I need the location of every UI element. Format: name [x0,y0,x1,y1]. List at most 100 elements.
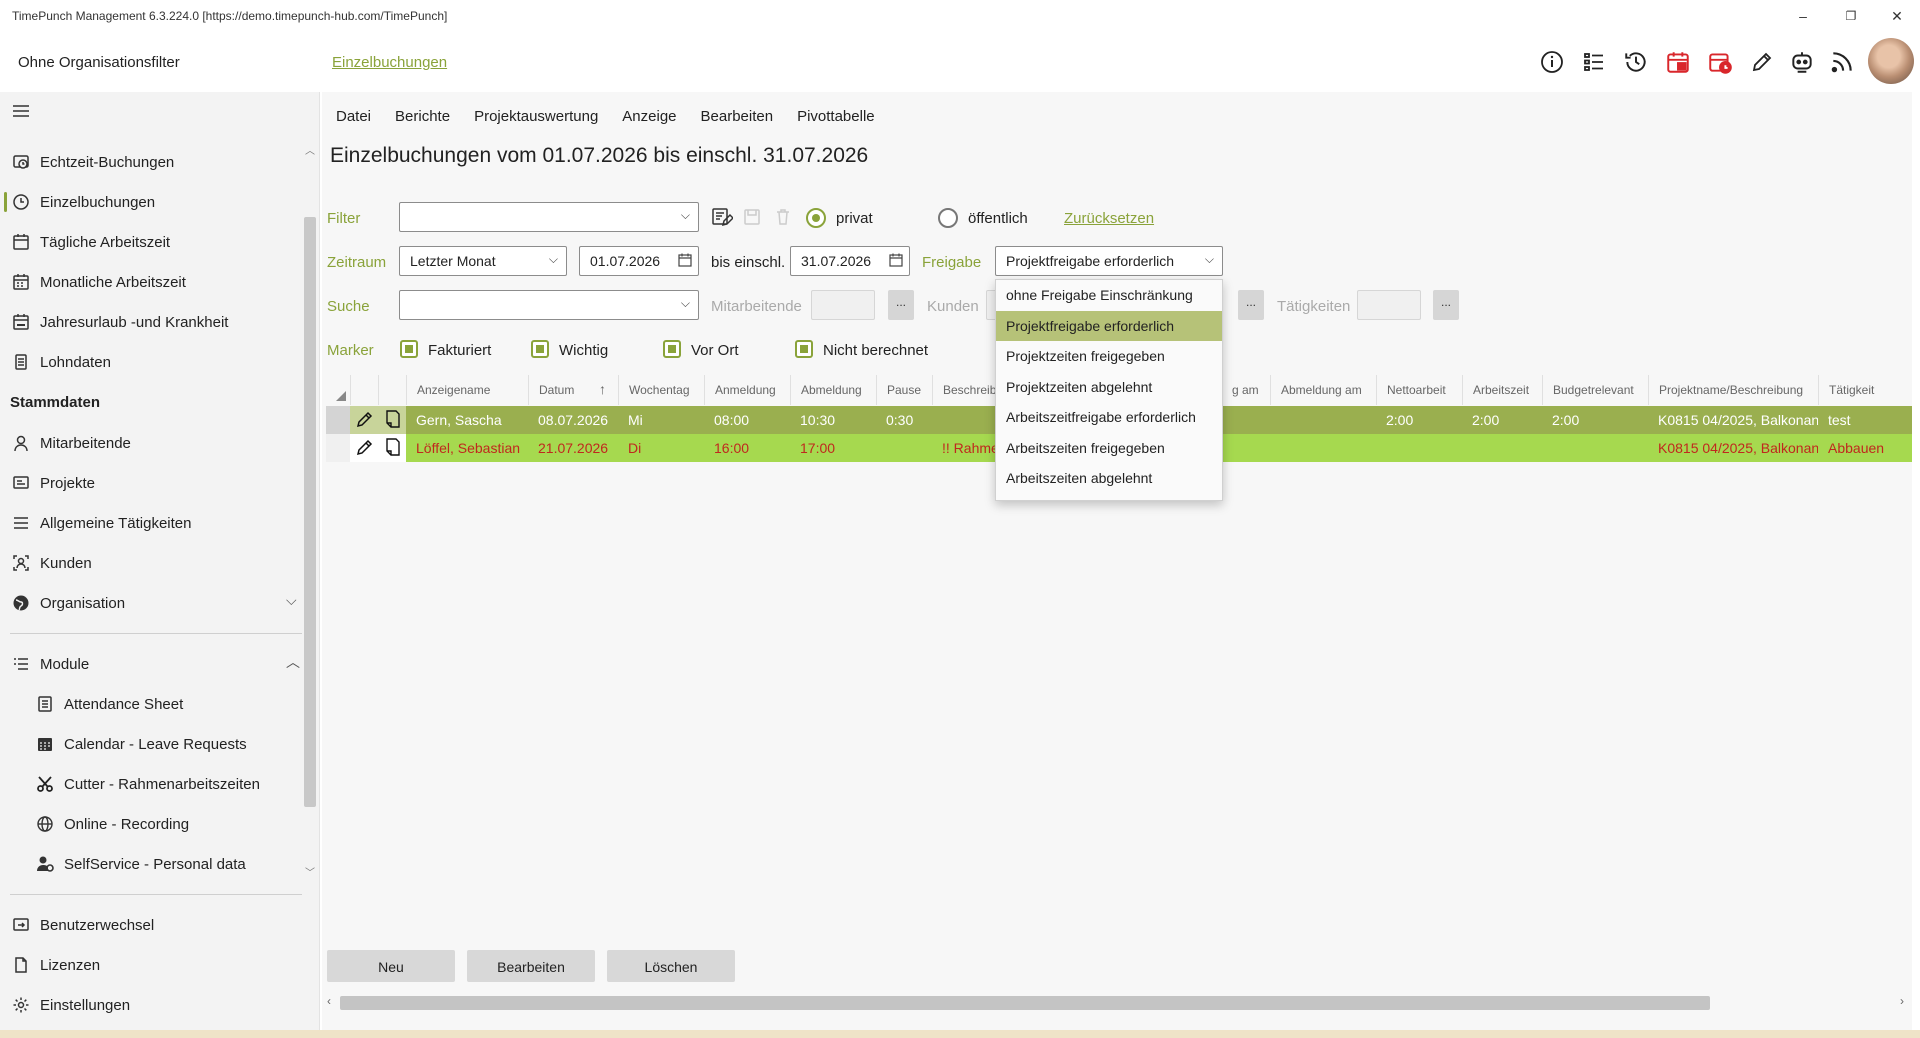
sidebar-item-jahresurlaub[interactable]: Jahresurlaub -und Krankheit [0,302,300,342]
info-icon[interactable] [1536,46,1568,78]
sidebar-item-module[interactable]: Module [0,644,300,684]
sidebar-item-online-recording[interactable]: Online - Recording [0,804,300,844]
hamburger-icon[interactable] [12,104,30,121]
menu-berichte[interactable]: Berichte [395,108,450,125]
scroll-right-icon[interactable]: › [1900,994,1904,1008]
sidebar-item-lohndaten[interactable]: Lohndaten [0,342,300,382]
freigabe-option[interactable]: Projektzeiten abgelehnt [996,372,1222,403]
filter-select[interactable]: ⌵ [399,202,699,232]
restore-button[interactable]: ❐ [1836,6,1866,26]
calendar-icon[interactable] [678,253,692,270]
sidebar-item-cutter[interactable]: Cutter - Rahmenarbeitszeiten [0,764,300,804]
new-button[interactable]: Neu [327,950,455,982]
sidebar-item-monatliche-arbeitszeit[interactable]: Monatliche Arbeitszeit [0,262,300,302]
scroll-left-icon[interactable]: ‹ [327,994,331,1008]
close-button[interactable]: ✕ [1882,6,1912,26]
column-header-projektname[interactable]: Projektname/Beschreibung [1648,375,1818,405]
menu-anzeige[interactable]: Anzeige [622,108,676,125]
document-icon[interactable] [385,437,401,460]
mitarbeitende-picker-button[interactable]: ... [888,290,914,320]
column-header-beschreibung[interactable]: Beschreibung [932,375,1002,405]
date-to-input[interactable]: 31.07.2026 [790,246,910,276]
kunden-picker-button[interactable]: ... [1238,290,1264,320]
calendar-alert-icon[interactable] [1662,46,1694,78]
freigabe-option[interactable]: Projektzeiten freigegeben [996,341,1222,372]
calendar-clock-icon[interactable] [1704,46,1736,78]
menu-projektauswertung[interactable]: Projektauswertung [474,108,598,125]
delete-button[interactable]: Löschen [607,950,735,982]
select-all-corner[interactable] [326,375,350,405]
column-header-anmeldung[interactable]: Anmeldung [704,375,790,405]
sidebar-item-einzelbuchungen[interactable]: Einzelbuchungen [0,182,300,222]
pencil-icon[interactable] [355,437,375,460]
horizontal-scrollbar[interactable] [340,996,1710,1010]
sidebar-item-organisation[interactable]: Organisation [0,583,300,623]
row-selector[interactable] [326,406,350,434]
taetigkeiten-picker-button[interactable]: ... [1433,290,1459,320]
vor-ort-checkbox[interactable] [663,340,681,358]
sidebar-item-taegliche-arbeitszeit[interactable]: Tägliche Arbeitszeit [0,222,300,262]
menu-datei[interactable]: Datei [336,108,371,125]
column-header-wochentag[interactable]: Wochentag [618,375,704,405]
zeitraum-preset-select[interactable]: Letzter Monat ⌵ [399,246,567,276]
column-header-datum[interactable]: Datum ↑ [528,375,618,405]
sidebar-scroll-up-icon[interactable]: ︿ [305,142,315,157]
sidebar-item-einstellungen[interactable]: Einstellungen [0,985,300,1025]
sidebar-item-kunden[interactable]: Kunden [0,543,300,583]
sidebar-scrollbar[interactable] [304,217,316,807]
sidebar-item-selfservice[interactable]: SelfService - Personal data [0,844,300,884]
nicht-berechnet-checkbox[interactable] [795,340,813,358]
avatar[interactable] [1868,38,1914,84]
minimize-button[interactable]: – [1788,6,1818,26]
breadcrumb[interactable]: Einzelbuchungen [332,54,447,71]
freigabe-option-selected[interactable]: Projektfreigabe erforderlich [996,310,1222,341]
history-icon[interactable] [1620,46,1652,78]
column-header-anzeigename[interactable]: Anzeigename [406,375,528,405]
menu-bearbeiten[interactable]: Bearbeiten [701,108,774,125]
sidebar-item-benutzerwechsel[interactable]: Benutzerwechsel [0,905,300,945]
freigabe-option[interactable]: Arbeitszeiten freigegeben [996,433,1222,464]
wichtig-checkbox[interactable] [531,340,549,358]
document-icon[interactable] [385,409,401,432]
sidebar-item-projekte[interactable]: Projekte [0,463,300,503]
pencil-icon[interactable] [355,409,375,432]
column-header-budgetrelevant[interactable]: Budgetrelevant [1542,375,1648,405]
org-filter[interactable]: Ohne Organisationsfilter [18,54,180,71]
freigabe-option[interactable]: Arbeitszeiten abgelehnt [996,463,1222,494]
reset-link[interactable]: Zurücksetzen [1064,210,1154,227]
column-header-abmeldung[interactable]: Abmeldung [790,375,876,405]
feed-icon[interactable] [1826,46,1858,78]
sidebar-item-taetigkeiten[interactable]: Allgemeine Tätigkeiten [0,503,300,543]
fakturiert-checkbox[interactable] [400,340,418,358]
row-selector[interactable] [326,434,350,462]
column-header-taetigkeit[interactable]: Tätigkeit [1818,375,1912,405]
sidebar-item-attendance-sheet[interactable]: Attendance Sheet [0,684,300,724]
suche-select[interactable]: ⌵ [399,290,699,320]
freigabe-option[interactable]: Arbeitszeitfreigabe erforderlich [996,402,1222,433]
column-header-pause[interactable]: Pause [876,375,932,405]
vor-ort-label: Vor Ort [691,342,739,359]
pencil-icon[interactable] [1746,46,1778,78]
column-header-arbeitszeit[interactable]: Arbeitszeit [1462,375,1542,405]
menu-pivottabelle[interactable]: Pivottabelle [797,108,875,125]
sidebar-item-lizenzen[interactable]: Lizenzen [0,945,300,985]
calendar-icon[interactable] [889,253,903,270]
cell-anmeldung: 08:00 [714,412,750,428]
list-icon[interactable] [1578,46,1610,78]
sidebar-item-echtzeit[interactable]: Echtzeit-Buchungen [0,142,300,182]
edit-button[interactable]: Bearbeiten [467,950,595,982]
robot-icon[interactable] [1786,46,1818,78]
freigabe-select[interactable]: Projektfreigabe erforderlich ⌵ [995,246,1223,276]
column-header-nettoarbeit[interactable]: Nettoarbeit [1376,375,1462,405]
privat-radio[interactable] [806,208,826,228]
sidebar-item-mitarbeitende[interactable]: Mitarbeitende [0,423,300,463]
oeffentlich-radio[interactable] [938,208,958,228]
freigabe-option[interactable]: ohne Freigabe Einschränkung [996,280,1222,311]
date-from-input[interactable]: 01.07.2026 [579,246,699,276]
chevron-down-icon[interactable]: ⌵ [286,592,297,609]
chevron-up-icon[interactable]: ︿ [286,652,300,672]
edit-filter-icon[interactable] [711,206,735,231]
column-header-abmeldung-am[interactable]: Abmeldung am [1270,375,1376,405]
sidebar-scroll-down-icon[interactable]: ﹀ [305,864,315,879]
sidebar-item-calendar-leave[interactable]: Calendar - Leave Requests [0,724,300,764]
